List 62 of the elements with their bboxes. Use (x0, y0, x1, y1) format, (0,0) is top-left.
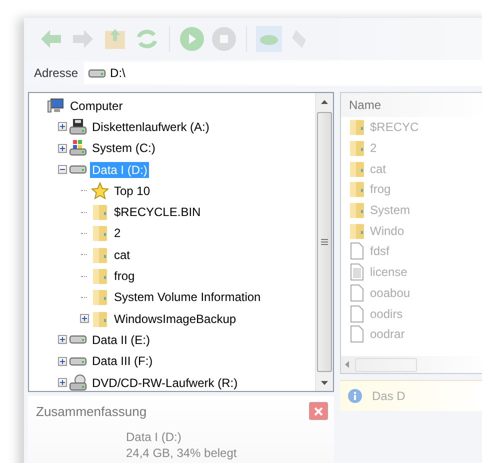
folder-icon (348, 201, 366, 220)
expand-icon[interactable] (58, 378, 66, 387)
scroll-down-icon[interactable] (321, 380, 328, 384)
folder-icon (91, 246, 109, 264)
expand-icon[interactable] (58, 122, 66, 132)
expand-icon[interactable] (58, 144, 66, 153)
folder-icon (91, 267, 109, 286)
star-icon (91, 182, 109, 200)
tree-item[interactable]: Diskettenlaufwerk (A:) (90, 118, 212, 135)
text-file-icon (348, 263, 366, 282)
close-icon (314, 406, 323, 416)
file-icon (348, 284, 366, 302)
tree-item[interactable]: System Volume Information (112, 289, 263, 306)
drive-icon[interactable] (256, 26, 282, 52)
tree-item[interactable]: Top 10 (112, 182, 152, 199)
play-icon[interactable] (179, 26, 205, 52)
tree-item[interactable]: DVD/CD-RW-Laufwerk (R:) (90, 374, 240, 390)
tree-item[interactable]: Data III (F:) (90, 353, 155, 370)
folder-icon (91, 310, 109, 328)
drive-icon (88, 68, 106, 78)
folder-icon (91, 288, 109, 306)
file-icon (348, 304, 366, 323)
tree-item[interactable]: System (C:) (90, 140, 158, 156)
tree-item[interactable]: cat (112, 246, 132, 263)
folder-icon (348, 118, 366, 136)
tree-item[interactable]: 2 (112, 225, 123, 242)
close-button[interactable] (309, 402, 328, 420)
info-icon (346, 387, 364, 405)
folder-icon (348, 139, 366, 158)
file-icon (348, 242, 366, 260)
floppy-drive-icon (69, 118, 87, 136)
system-drive-icon (69, 139, 87, 158)
info-bar: Das D (340, 380, 482, 411)
drive-name: Data I (D:) (126, 430, 182, 444)
stop-icon[interactable] (211, 26, 237, 52)
tree-item[interactable]: $RECYCLE.BIN (112, 204, 203, 220)
scroll-up-icon[interactable] (321, 100, 328, 104)
drive-icon (69, 335, 87, 344)
expand-icon[interactable] (58, 335, 66, 344)
expand-icon[interactable] (80, 314, 88, 324)
tree-item[interactable]: Computer (68, 98, 125, 114)
collapse-icon[interactable] (58, 165, 66, 174)
grip-icon (321, 239, 328, 245)
summary-title: Zusammenfassung (36, 404, 147, 418)
folder-icon (91, 224, 109, 242)
folder-icon (348, 160, 366, 178)
tree-item[interactable]: Data II (E:) (90, 332, 152, 348)
tree-item[interactable]: frog (112, 268, 137, 284)
drive-usage: 24,4 GB, 34% belegt (126, 446, 238, 460)
folder-icon (348, 222, 366, 240)
computer-icon (47, 96, 65, 115)
tree-item[interactable]: WindowsImageBackup (112, 310, 238, 327)
scroll-left-icon[interactable] (345, 361, 349, 368)
expand-icon[interactable] (58, 356, 66, 366)
drive-icon (69, 165, 87, 174)
drive-icon (69, 356, 87, 366)
folder-icon (91, 203, 109, 222)
file-icon (348, 325, 366, 344)
folder-icon (348, 180, 366, 198)
dvd-drive-icon (69, 374, 87, 392)
address-label: Adresse (34, 66, 78, 80)
vertical-scrollbar[interactable] (315, 93, 333, 391)
